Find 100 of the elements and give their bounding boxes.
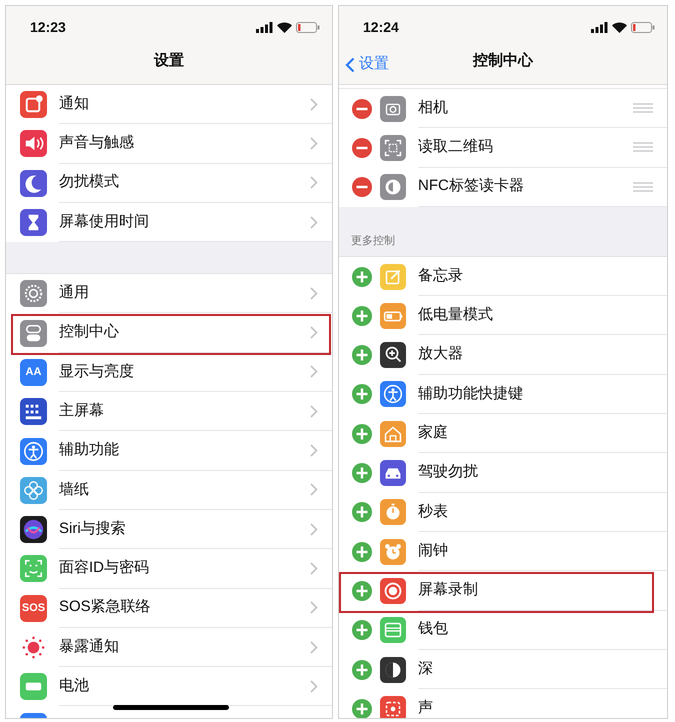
row-label: 辅助功能快捷键 — [418, 384, 523, 404]
add-button[interactable] — [352, 345, 372, 366]
remove-button[interactable] — [352, 98, 372, 119]
add-button[interactable] — [352, 620, 372, 640]
row-label: 屏幕录制 — [418, 580, 478, 600]
contrast-icon — [380, 656, 406, 682]
settings-row[interactable]: 屏幕录制 — [339, 571, 667, 611]
speaker-icon — [20, 130, 47, 158]
row-label: 备忘录 — [418, 266, 463, 286]
section-header: 更多控制 — [351, 234, 395, 250]
accessibility-icon — [20, 438, 47, 465]
gear-icon — [20, 280, 47, 308]
row-label: 放大器 — [418, 344, 463, 364]
row-label: 电池 — [59, 676, 89, 696]
row-label: 勿扰模式 — [59, 172, 119, 192]
row-label: 主屏幕 — [59, 400, 104, 421]
app-icon: SOS — [20, 594, 47, 622]
wallet-icon — [380, 617, 406, 644]
drag-handle-icon[interactable] — [633, 182, 653, 192]
battery-icon — [631, 22, 655, 34]
row-label: 暴露通知 — [59, 636, 119, 657]
house-icon — [380, 420, 406, 447]
scan-frame-icon — [380, 134, 406, 161]
toggle-icon — [20, 320, 47, 347]
chevron-icon — [310, 176, 318, 190]
record-icon — [380, 578, 406, 604]
status-time: 12:24 — [363, 18, 399, 38]
orb-icon — [20, 516, 47, 544]
add-button[interactable] — [352, 424, 372, 444]
row-label: 屏幕使用时间 — [59, 212, 149, 232]
notification-icon — [20, 91, 47, 118]
chevron-icon — [310, 98, 318, 111]
add-button[interactable] — [352, 502, 372, 522]
add-button[interactable] — [352, 384, 372, 404]
row-label: NFC标签读卡器 — [418, 176, 524, 196]
status-time: 12:23 — [30, 18, 66, 38]
row-label: 显示与亮度 — [59, 362, 134, 382]
dotted-circle-icon — [20, 634, 47, 661]
chevron-icon — [310, 286, 318, 300]
chevron-icon — [310, 444, 318, 458]
car-icon — [380, 460, 406, 486]
magnifier-icon — [380, 342, 406, 368]
row-label: 低电量模式 — [418, 305, 493, 326]
row-label: 墙纸 — [59, 480, 89, 500]
camera-icon — [380, 96, 406, 122]
row-label: Siri与搜索 — [59, 518, 126, 539]
chevron-icon — [310, 326, 318, 340]
row-label: 声 — [418, 698, 433, 718]
chevron-icon — [310, 522, 318, 536]
battery-icon — [296, 22, 320, 34]
signal-icon — [256, 22, 273, 34]
row-label: 家庭 — [418, 422, 448, 443]
stopwatch-icon — [380, 499, 406, 526]
note-icon — [380, 264, 406, 290]
moon-icon — [20, 170, 47, 197]
chevron-icon — [310, 365, 318, 378]
remove-button[interactable] — [352, 177, 372, 198]
chevron-icon — [310, 640, 318, 654]
add-button[interactable] — [352, 660, 372, 680]
signal-icon — [591, 22, 608, 34]
row-label: 辅助功能 — [59, 440, 119, 460]
chevron-icon — [310, 601, 318, 614]
add-button[interactable] — [352, 306, 372, 326]
back-button[interactable]: 设置 — [345, 53, 389, 76]
chevron-icon — [310, 483, 318, 496]
add-button[interactable] — [352, 580, 372, 601]
row-label: SOS紧急联络 — [59, 597, 151, 618]
remove-button[interactable] — [352, 138, 372, 158]
drag-handle-icon[interactable] — [633, 103, 653, 114]
row-label: 闹钟 — [418, 540, 448, 561]
add-button[interactable] — [352, 266, 372, 287]
battery-icon — [20, 673, 47, 700]
chevron-icon — [310, 216, 318, 229]
add-button[interactable] — [352, 698, 372, 718]
row-label: 深 — [418, 658, 433, 679]
row-label: 控制中心 — [59, 322, 119, 342]
row-label: 秒表 — [418, 502, 448, 522]
chevron-icon — [310, 562, 318, 575]
add-button[interactable] — [352, 463, 372, 484]
face-scan-icon — [20, 555, 47, 582]
wifi-icon — [277, 22, 292, 34]
row-label: 通用 — [59, 283, 89, 304]
chevron-icon — [310, 404, 318, 418]
add-button[interactable] — [352, 542, 372, 562]
screen-title: 设置 — [154, 51, 184, 72]
row-label: 面容ID与密码 — [59, 558, 149, 578]
row-label: 读取二维码 — [418, 137, 493, 158]
grid-icon — [20, 398, 47, 426]
accessibility-icon — [380, 381, 406, 408]
flower-icon — [20, 476, 47, 504]
app-icon: AA — [20, 358, 47, 386]
chevron-icon — [310, 136, 318, 150]
row-label: 声音与触感 — [59, 133, 134, 154]
row-label: 相机 — [418, 98, 448, 118]
drag-handle-icon[interactable] — [633, 142, 653, 152]
alarm-clock-icon — [380, 538, 406, 565]
row-label: 驾驶勿扰 — [418, 462, 478, 482]
chevron-icon — [310, 680, 318, 693]
battery-icon — [380, 302, 406, 329]
row-label: 钱包 — [418, 619, 448, 640]
